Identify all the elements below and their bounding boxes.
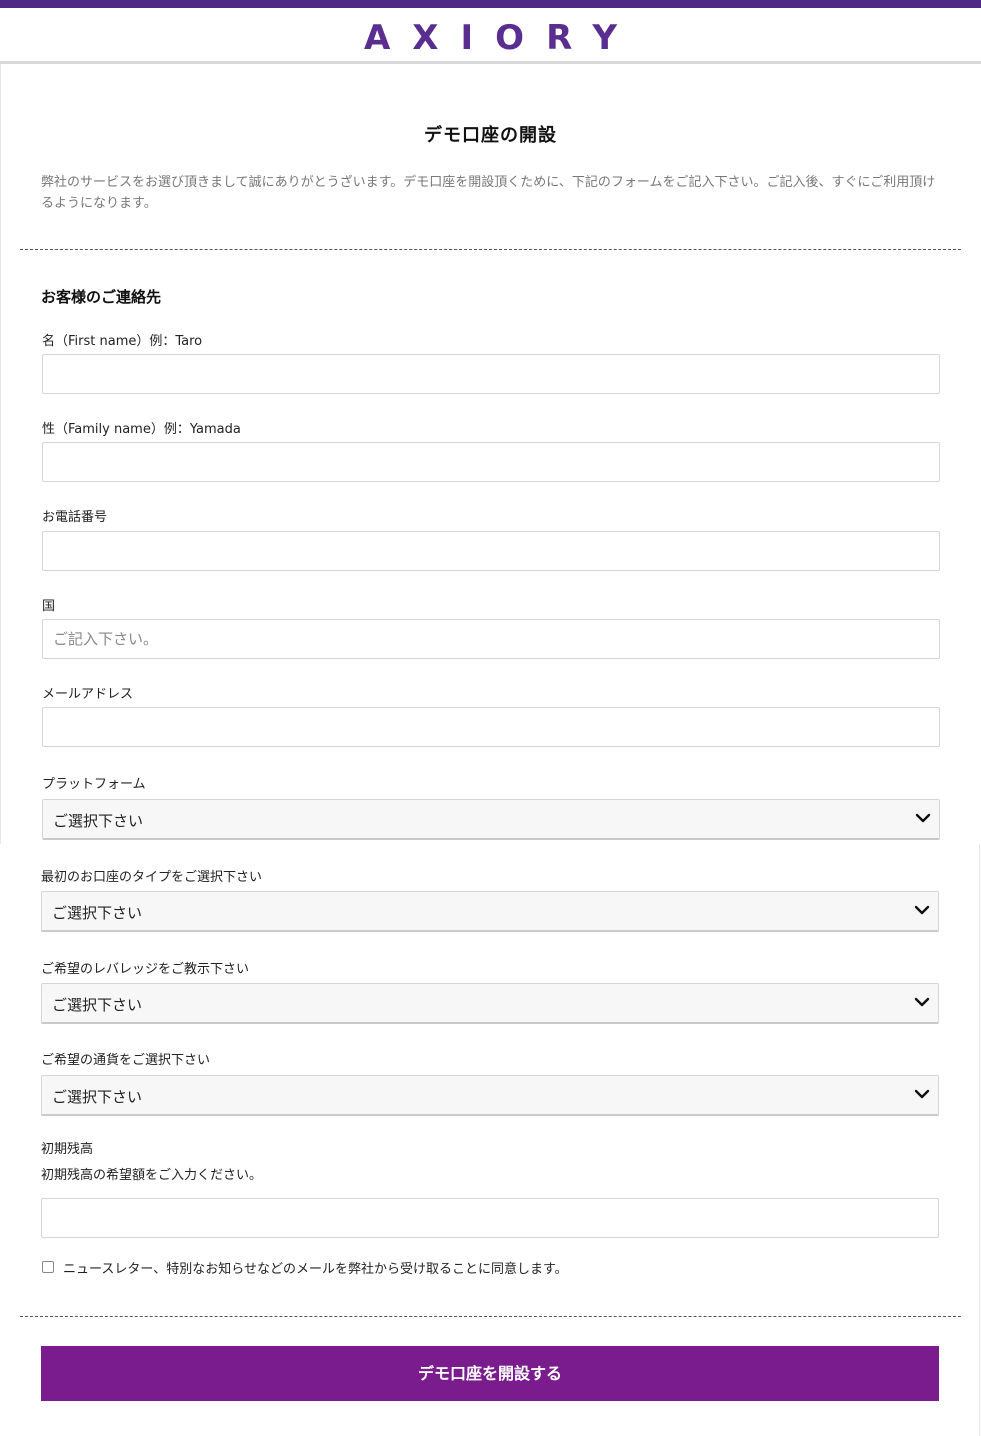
phone-field-wrap <box>42 531 940 571</box>
checkbox-icon[interactable] <box>42 1261 54 1273</box>
site-header: AXIORY <box>0 8 981 64</box>
family-name-label: 性（Family name）例：Yamada <box>42 422 241 437</box>
country-field-wrap <box>42 619 940 659</box>
email-label: メールアドレス <box>42 687 134 702</box>
frame-border-left <box>0 64 1 844</box>
chevron-down-icon <box>915 813 931 823</box>
chevron-down-icon <box>914 997 930 1007</box>
account-type-selected-value: ご選択下さい <box>52 904 143 922</box>
currency-select[interactable]: ご選択下さい <box>41 1075 939 1116</box>
open-demo-account-button[interactable]: デモ口座を開設する <box>41 1346 939 1401</box>
leverage-selected-value: ご選択下さい <box>52 996 143 1014</box>
section-title-contact: お客様のご連絡先 <box>41 288 162 306</box>
account-type-label: 最初のお口座のタイプをご選択下さい <box>41 870 263 885</box>
newsletter-label[interactable]: ニュースレター、特別なお知らせなどのメールを弊社から受け取ることに同意します。 <box>63 1258 568 1277</box>
first-name-field-wrap <box>42 354 940 394</box>
frame-border-right <box>979 844 980 1436</box>
leverage-select[interactable]: ご選択下さい <box>41 983 939 1024</box>
first-name-input[interactable] <box>43 355 939 393</box>
page-title: デモ口座の開設 <box>424 125 557 146</box>
divider-top <box>20 249 961 250</box>
platform-selected-value: ご選択下さい <box>53 812 144 830</box>
platform-select[interactable]: ご選択下さい <box>42 799 940 840</box>
initial-balance-help: 初期残高の希望額をご入力ください。 <box>41 1168 263 1183</box>
brand-logo[interactable]: AXIORY <box>0 18 981 58</box>
currency-label: ご希望の通貨をご選択下さい <box>41 1053 211 1068</box>
platform-label: プラットフォーム <box>42 777 146 792</box>
intro-text: 弊社のサービスをお選び頂きまして誠にありがとうざいます。デモ口座を開設頂くために… <box>41 175 936 211</box>
top-accent-bar <box>0 0 981 8</box>
family-name-input[interactable] <box>43 443 939 481</box>
phone-input[interactable] <box>43 532 939 570</box>
chevron-down-icon <box>914 1089 930 1099</box>
first-name-label: 名（First name）例：Taro <box>42 334 203 349</box>
currency-selected-value: ご選択下さい <box>52 1088 143 1106</box>
email-field-wrap <box>42 707 940 747</box>
leverage-label: ご希望のレバレッジをご教示下さい <box>41 962 250 977</box>
divider-bottom <box>20 1316 961 1317</box>
initial-balance-label: 初期残高 <box>41 1142 94 1157</box>
account-type-select[interactable]: ご選択下さい <box>41 891 939 932</box>
country-label: 国 <box>42 599 56 614</box>
chevron-down-icon <box>914 905 930 915</box>
phone-label: お電話番号 <box>42 510 108 525</box>
initial-balance-field-wrap <box>41 1198 939 1238</box>
family-name-field-wrap <box>42 442 940 482</box>
email-input[interactable] <box>43 708 939 746</box>
country-input[interactable] <box>43 620 939 658</box>
initial-balance-input[interactable] <box>42 1199 938 1237</box>
